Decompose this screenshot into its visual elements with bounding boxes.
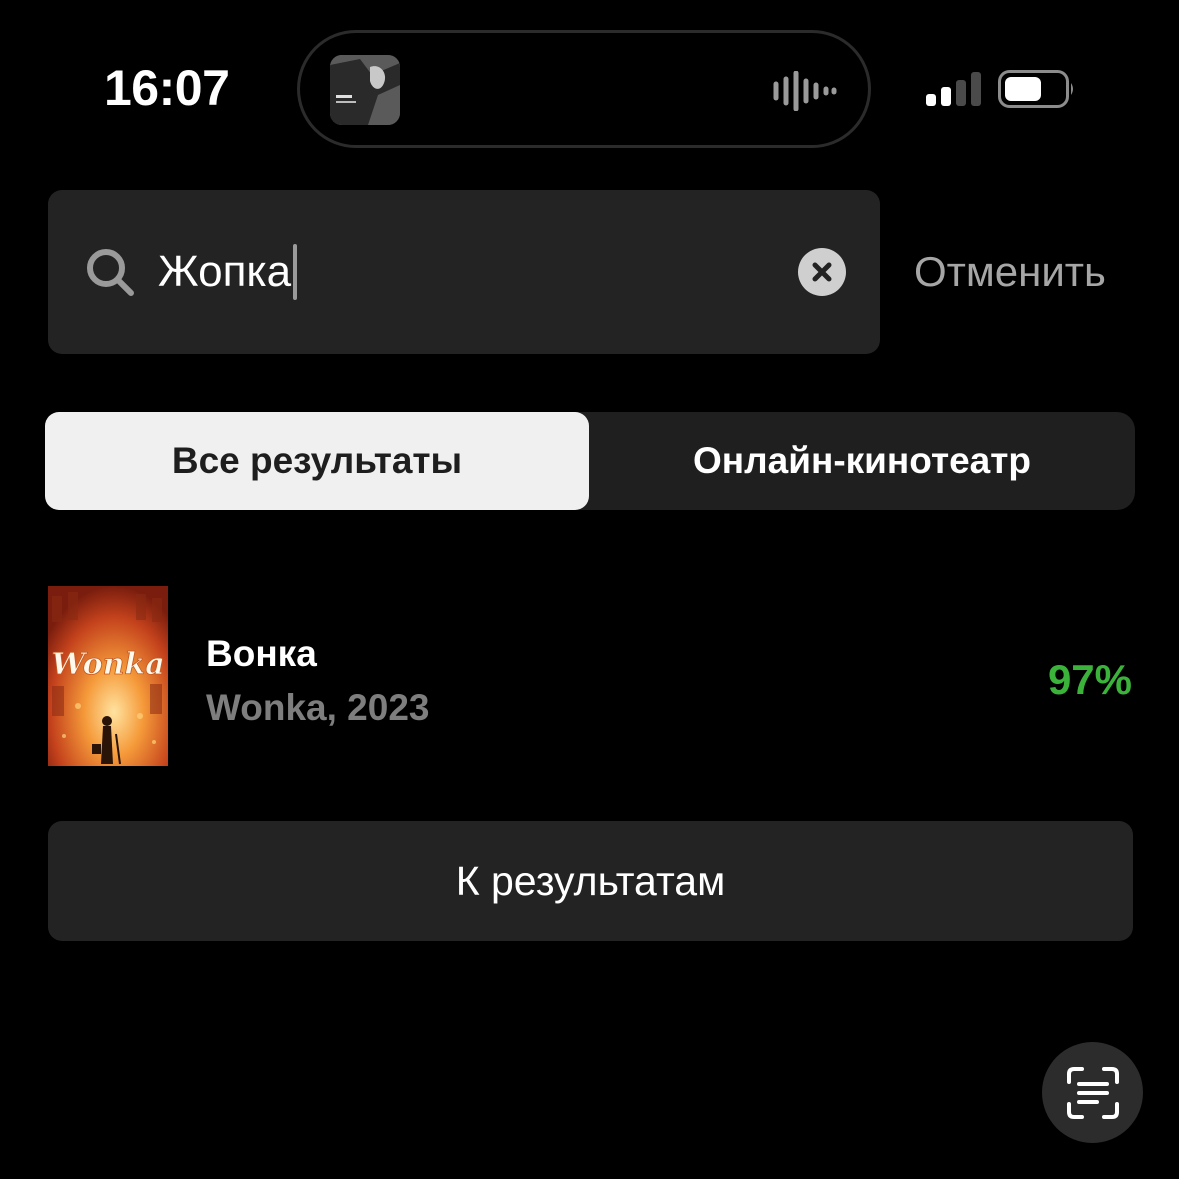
text-scan-icon xyxy=(1066,1066,1119,1119)
result-subtitle: Wonka, 2023 xyxy=(206,687,430,728)
album-art-icon xyxy=(330,55,400,125)
to-results-button[interactable]: К результатам xyxy=(48,821,1133,941)
filter-tabs: Все результаты Онлайн-кинотеатр xyxy=(45,412,1135,510)
search-result-item[interactable]: Wonka Вонка Wonka, 2023 97% xyxy=(48,586,1132,766)
battery-icon xyxy=(998,70,1073,108)
clear-x-icon[interactable] xyxy=(798,248,846,296)
movie-poster: Wonka xyxy=(48,586,168,766)
tab-online-cinema[interactable]: Онлайн-кинотеатр xyxy=(589,412,1135,510)
text-caret xyxy=(293,244,298,300)
text-scan-button[interactable] xyxy=(1042,1042,1143,1143)
dynamic-island[interactable] xyxy=(297,30,871,148)
poster-logo: Wonka xyxy=(51,647,164,682)
tab-all-results[interactable]: Все результаты xyxy=(45,412,589,510)
cellular-signal-icon xyxy=(926,72,981,106)
status-time: 16:07 xyxy=(104,60,230,116)
search-field[interactable]: Жопка xyxy=(48,190,880,354)
cancel-button[interactable]: Отменить xyxy=(914,242,1106,302)
search-input[interactable]: Жопка xyxy=(158,240,298,304)
result-title: Вонка xyxy=(206,633,317,674)
search-icon xyxy=(87,249,134,296)
result-rating: 97% xyxy=(1047,656,1132,703)
search-query-text: Жопка xyxy=(158,247,292,296)
waveform-icon xyxy=(773,71,837,111)
